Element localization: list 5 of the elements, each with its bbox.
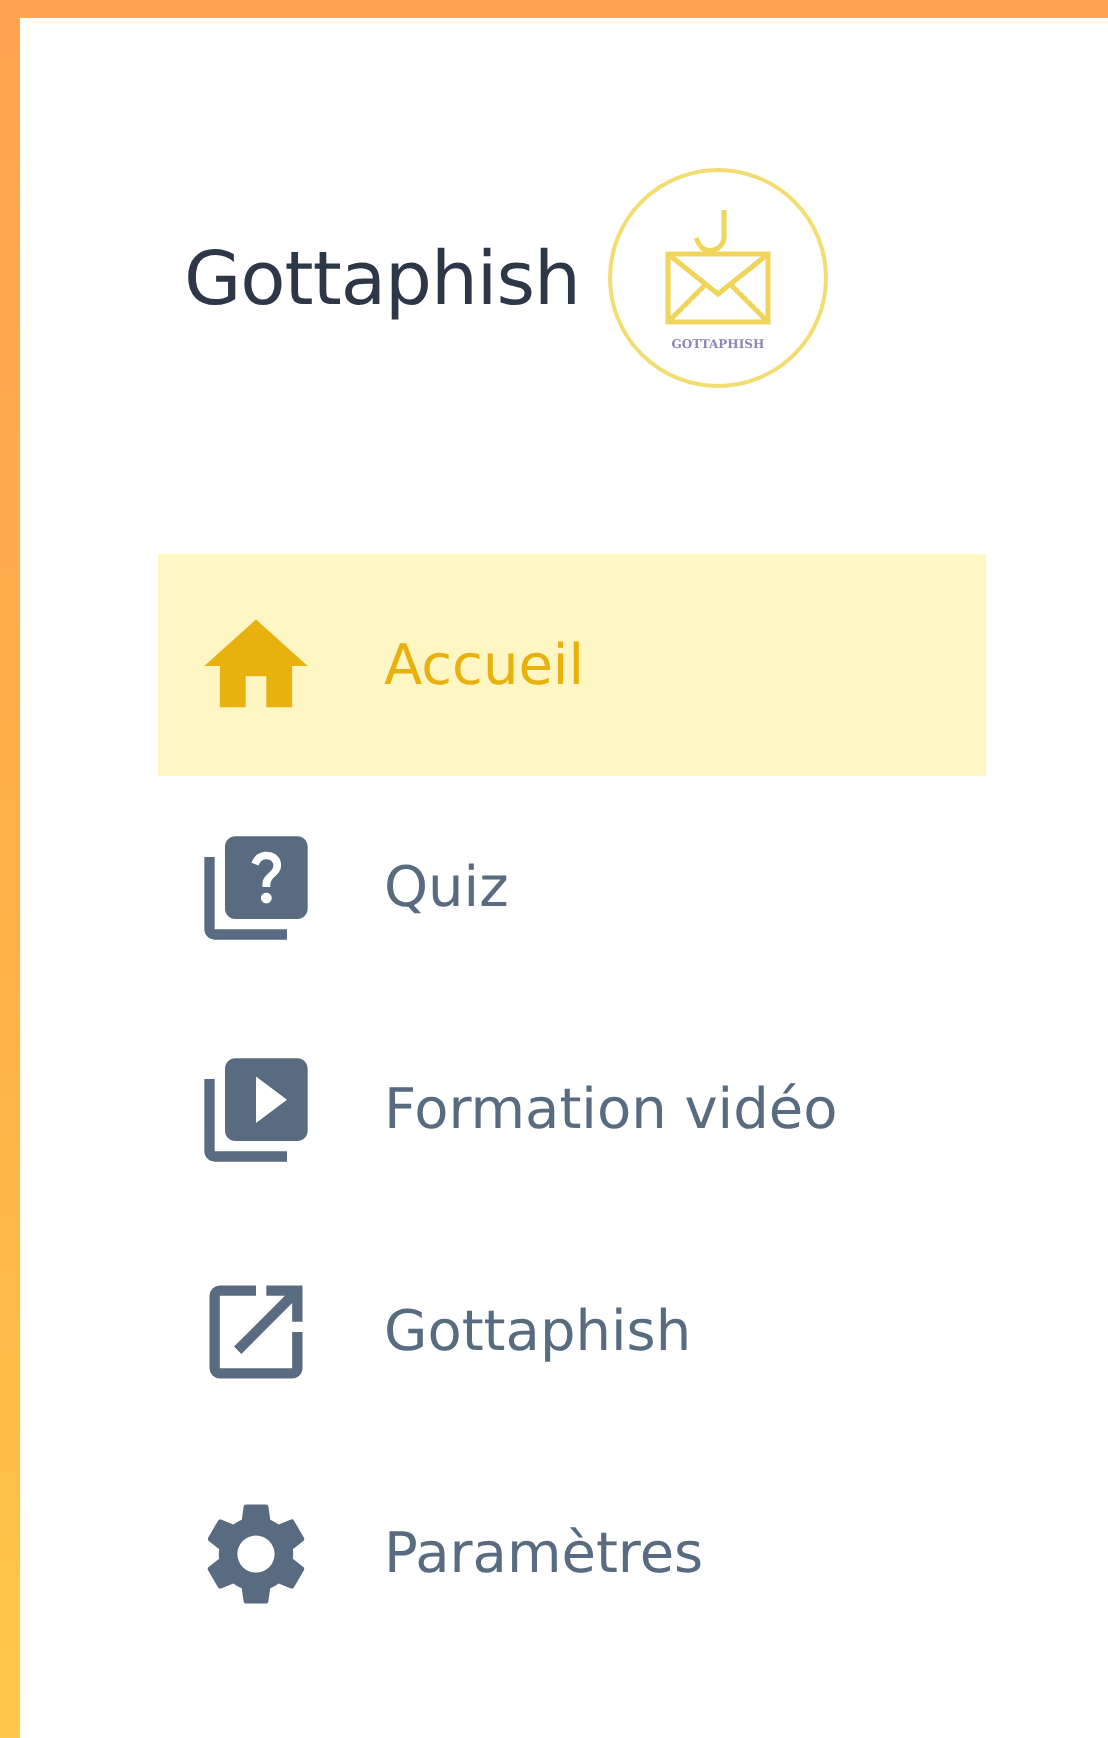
nav-item[interactable]: Gottaphish: [158, 1220, 986, 1442]
nav-item[interactable]: Quiz: [158, 776, 986, 998]
nav-item[interactable]: Formation vidéo: [158, 998, 986, 1220]
app-title: Gottaphish: [184, 235, 580, 321]
nav-item[interactable]: Paramètres: [158, 1442, 986, 1664]
